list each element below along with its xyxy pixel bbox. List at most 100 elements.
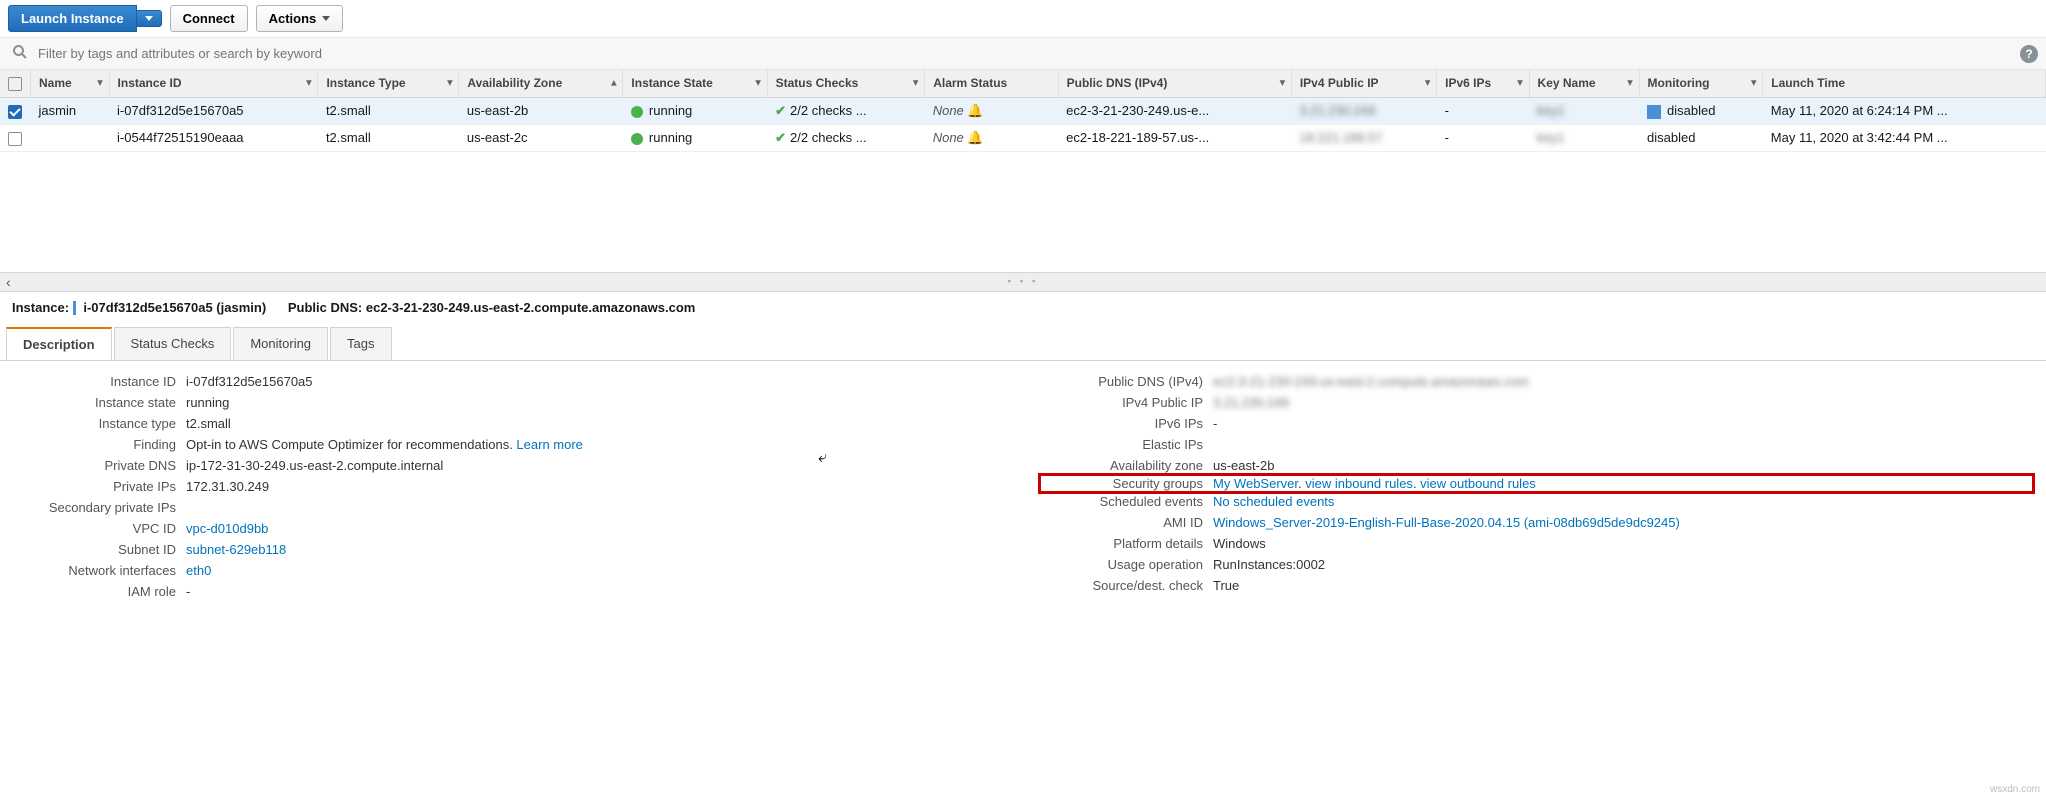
kv-value: eth0 [186, 563, 1003, 578]
kv-label: VPC ID [16, 521, 186, 536]
col-ipv6[interactable]: IPv6 IPs▾ [1437, 70, 1529, 97]
cell-mon: disabled [1639, 97, 1763, 124]
tab-description[interactable]: Description [6, 327, 112, 360]
subnet-link[interactable]: subnet-629eb118 [186, 542, 286, 557]
cell-instance-type: t2.small [318, 124, 459, 151]
kv-label: Subnet ID [16, 542, 186, 557]
status-running-icon [631, 106, 643, 118]
drag-handle-icon[interactable]: • • • [1007, 276, 1038, 287]
table-row[interactable]: i-0544f72515190eaaa t2.small us-east-2c … [0, 124, 2046, 151]
kv-value: - [186, 584, 1003, 599]
select-all-checkbox[interactable] [8, 77, 22, 91]
row-checkbox[interactable] [8, 105, 22, 119]
search-icon [12, 44, 28, 63]
kv-value: Opt-in to AWS Compute Optimizer for reco… [186, 437, 1003, 452]
detail-header: Instance: i-07df312d5e15670a5 (jasmin) P… [0, 292, 2046, 324]
kv-value: ip-172-31-30-249.us-east-2.compute.inter… [186, 458, 1003, 473]
kv-value: No scheduled events [1213, 494, 2030, 509]
scheduled-events-link[interactable]: No scheduled events [1213, 494, 1334, 509]
instance-label: Instance: [12, 300, 69, 315]
cell-alarm: None 🔔 [925, 97, 1058, 124]
col-availability-zone[interactable]: Availability Zone▴ [459, 70, 623, 97]
sort-icon: ▾ [1280, 78, 1285, 89]
sort-icon: ▾ [913, 78, 918, 89]
col-status-checks[interactable]: Status Checks▾ [767, 70, 925, 97]
cell-az: us-east-2c [459, 124, 623, 151]
pane-splitter[interactable]: ‹ • • • [0, 272, 2046, 292]
ami-link[interactable]: Windows_Server-2019-English-Full-Base-20… [1213, 515, 1680, 530]
cell-ipv6: - [1437, 124, 1529, 151]
cell-state: running [623, 97, 767, 124]
row-checkbox[interactable] [8, 132, 22, 146]
alarm-bell-icon[interactable]: 🔔 [967, 130, 983, 145]
col-name[interactable]: Name▾ [31, 70, 110, 97]
help-icon[interactable]: ? [2020, 45, 2038, 63]
kv-label: Public DNS (IPv4) [1043, 374, 1213, 389]
table-row[interactable]: jasmin i-07df312d5e15670a5 t2.small us-e… [0, 97, 2046, 124]
view-outbound-link[interactable]: view outbound rules [1420, 476, 1536, 491]
col-launch-time[interactable]: Launch Time [1763, 70, 2046, 97]
col-key-name[interactable]: Key Name▾ [1529, 70, 1639, 97]
eth0-link[interactable]: eth0 [186, 563, 211, 578]
actions-button[interactable]: Actions [256, 5, 344, 32]
tab-monitoring[interactable]: Monitoring [233, 327, 328, 360]
cell-pip: 3.21.230.249 [1291, 97, 1436, 124]
kv-label: Security groups [1043, 476, 1213, 491]
cell-key: key1 [1529, 124, 1639, 151]
kv-label: Elastic IPs [1043, 437, 1213, 452]
cell-checks: ✔2/2 checks ... [767, 124, 925, 151]
instance-id-title: i-07df312d5e15670a5 (jasmin) [83, 300, 266, 315]
kv-value: t2.small [186, 416, 1003, 431]
col-monitoring[interactable]: Monitoring▾ [1639, 70, 1763, 97]
kv-label: IAM role [16, 584, 186, 599]
kv-label: Platform details [1043, 536, 1213, 551]
cell-ltime: May 11, 2020 at 6:24:14 PM ... [1763, 97, 2046, 124]
sort-icon: ▾ [1628, 78, 1633, 89]
empty-space [0, 152, 2046, 272]
cell-name [31, 124, 110, 151]
chevron-left-icon[interactable]: ‹ [6, 274, 11, 290]
kv-value: subnet-629eb118 [186, 542, 1003, 557]
tab-tags[interactable]: Tags [330, 327, 391, 360]
kv-label: Private IPs [16, 479, 186, 494]
cell-checks: ✔2/2 checks ... [767, 97, 925, 124]
kv-label: AMI ID [1043, 515, 1213, 530]
view-inbound-link[interactable]: view inbound rules [1305, 476, 1413, 491]
tab-status-checks[interactable]: Status Checks [114, 327, 232, 360]
kv-label: Source/dest. check [1043, 578, 1213, 593]
col-instance-type[interactable]: Instance Type▾ [318, 70, 459, 97]
col-alarm-status[interactable]: Alarm Status [925, 70, 1058, 97]
kv-value: Windows_Server-2019-English-Full-Base-20… [1213, 515, 2030, 530]
connect-button[interactable]: Connect [170, 5, 248, 32]
description-right-column: Public DNS (IPv4)ec2-3-21-230-249.us-eas… [1043, 371, 2030, 602]
cell-ltime: May 11, 2020 at 3:42:44 PM ... [1763, 124, 2046, 151]
watermark: wsxdn.com [1990, 784, 2040, 795]
cell-alarm: None 🔔 [925, 124, 1058, 151]
kv-label: Usage operation [1043, 557, 1213, 572]
sort-icon: ▾ [1425, 78, 1430, 89]
alarm-bell-icon[interactable]: 🔔 [967, 103, 983, 118]
kv-value: vpc-d010d9bb [186, 521, 1003, 536]
kv-label: Private DNS [16, 458, 186, 473]
kv-value: Windows [1213, 536, 2030, 551]
kv-value [186, 500, 1003, 515]
launch-instance-dropdown[interactable] [136, 10, 162, 27]
learn-more-link[interactable]: Learn more [516, 437, 582, 452]
kv-label: Availability zone [1043, 458, 1213, 473]
col-public-ip[interactable]: IPv4 Public IP▾ [1291, 70, 1436, 97]
cell-state: running [623, 124, 767, 151]
cell-pip: 18.221.189.57 [1291, 124, 1436, 151]
kv-value: running [186, 395, 1003, 410]
sort-icon: ▾ [1518, 78, 1523, 89]
cell-instance-id: i-07df312d5e15670a5 [109, 97, 318, 124]
col-instance-state[interactable]: Instance State▾ [623, 70, 767, 97]
security-group-link[interactable]: My WebServer [1213, 476, 1298, 491]
col-public-dns[interactable]: Public DNS (IPv4)▾ [1058, 70, 1291, 97]
cell-key: key1 [1529, 97, 1639, 124]
sort-icon: ▾ [756, 78, 761, 89]
vpc-link[interactable]: vpc-d010d9bb [186, 521, 268, 536]
launch-instance-button[interactable]: Launch Instance [8, 5, 137, 32]
col-instance-id[interactable]: Instance ID▾ [109, 70, 318, 97]
filter-input[interactable] [36, 45, 2020, 62]
kv-value: True [1213, 578, 2030, 593]
